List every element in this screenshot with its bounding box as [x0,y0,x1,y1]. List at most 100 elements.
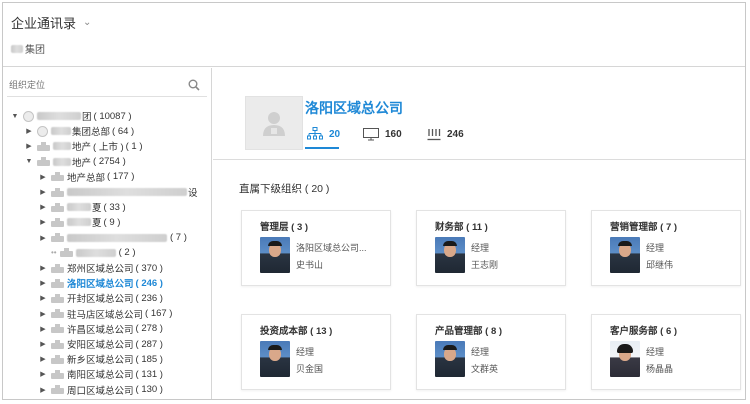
collapsed-arrow-icon[interactable]: ▶ [39,234,47,242]
globe-icon [37,125,48,137]
search-icon[interactable] [187,78,201,92]
card-person-name[interactable]: 贝金国 [296,362,323,375]
avatar[interactable] [610,341,640,377]
org-tree-sidebar: ▼团( 10087 )▶集团总部( 64 )▶地产( 上市 )( 1 )▼地产(… [3,68,212,399]
expanded-arrow-icon[interactable]: ▼ [11,113,19,120]
device-count-value: 160 [385,128,402,140]
tree-node-label: 地产总部 [67,172,106,184]
tree-node[interactable]: ▶ 集团总部( 64 ) [25,124,134,138]
app-title-label: 企业通讯录 [11,16,77,31]
tree-node[interactable]: ▶ 安阳区域总公司( 287 ) [39,337,163,352]
sub-org-card[interactable]: 营销管理部 ( 7 ) 经理 邱继伟 [591,210,741,286]
dots-icon: •• [51,248,57,258]
tree-node-label: 许昌区域总公司 [67,324,134,336]
redacted-text [53,142,71,151]
avatar[interactable] [435,237,465,273]
tree-node[interactable]: ▶ 驻马店区域总公司( 167 ) [39,307,172,321]
active-tab-indicator [305,147,339,149]
avatar[interactable] [610,237,640,273]
section-title: 直属下级组织 ( 20 ) [239,183,330,195]
collapsed-arrow-icon[interactable]: ▶ [39,386,47,394]
collapsed-arrow-icon[interactable]: ▶ [39,355,47,363]
collapsed-arrow-icon[interactable]: ▶ [39,340,47,348]
tree-node[interactable]: ▼ 团( 10087 ) [11,109,132,123]
tree-node[interactable]: ▶ 南阳区域总公司( 131 ) [39,367,163,382]
sub-org-card[interactable]: 产品管理部 ( 8 ) 经理 文群英 [416,314,566,390]
sub-org-card[interactable]: 管理层 ( 3 ) 洛阳区域总公司... 史书山 [241,210,391,286]
members-icon [427,128,441,140]
tree-node[interactable]: ▶ 周口区域总公司( 130 ) [39,383,163,397]
card-person-name[interactable]: 文群英 [471,362,498,375]
collapsed-arrow-icon[interactable]: ▶ [39,370,47,378]
tree-node[interactable]: ▶ 开封区域总公司( 236 ) [39,291,163,306]
card-role: 洛阳区域总公司... [296,243,367,253]
tree-node[interactable]: ▶ 地产( 上市 )( 1 ) [25,139,143,154]
redacted-text [67,188,187,196]
card-role: 经理 [646,347,665,357]
sub-org-card[interactable]: 投资成本部 ( 13 ) 经理 贝金国 [241,314,391,390]
tree-node-count: ( 33 ) [103,201,126,213]
tree-node-label: 设 [188,188,198,199]
collapsed-arrow-icon[interactable]: ▶ [39,203,47,211]
avatar[interactable] [260,341,290,377]
collapsed-arrow-icon[interactable]: ▶ [39,264,47,272]
tree-node-label: 南阳区域总公司 [67,370,134,382]
collapsed-arrow-icon[interactable]: ▶ [39,310,47,318]
tree-node[interactable]: ▶ 夏( 33 ) [39,200,126,215]
card-person-name[interactable]: 王志刚 [471,258,498,271]
tree-node[interactable]: ▶ 洛阳区域总公司( 246 ) [39,276,163,291]
tree-node-count: ( 177 ) [107,171,135,183]
sub-org-card[interactable]: 客户服务部 ( 6 ) 经理 杨晶晶 [591,314,741,390]
folder-icon [51,172,64,182]
collapsed-arrow-icon[interactable]: ▶ [39,173,47,181]
collapsed-arrow-icon[interactable]: ▶ [39,218,47,226]
tree-node-label: 洛阳区域总公司 [67,279,134,291]
collapsed-arrow-icon[interactable]: ▶ [25,142,33,150]
company-header: 洛阳区域总公司 20 160 246 [213,68,745,160]
card-person-name[interactable]: 杨晶晶 [646,362,673,375]
tree-node[interactable]: ▼ 地产( 2754 ) [25,155,126,169]
tree-node[interactable]: ▶ 郑州区域总公司( 370 ) [39,261,163,276]
expanded-arrow-icon[interactable]: ▼ [25,158,33,165]
folder-icon [51,339,64,349]
tree-node[interactable]: ▶ 设 [39,185,200,199]
chevron-down-icon: ⌄ [83,17,92,28]
collapsed-arrow-icon[interactable]: ▶ [39,279,47,287]
tree-node-count: ( 2 ) [118,247,136,259]
tree-node-label: 团 [82,112,92,123]
tree-node[interactable]: ▶ 新乡区域总公司( 185 ) [39,352,163,367]
tree-node[interactable]: •• ( 2 ) [39,246,136,260]
tree-node[interactable]: ▶ 夏( 9 ) [39,215,120,230]
sub-org-card[interactable]: 财务部 ( 11 ) 经理 王志刚 [416,210,566,286]
org-search [7,75,207,97]
avatar[interactable] [260,237,290,273]
folder-icon [51,263,64,273]
collapsed-arrow-icon[interactable]: ▶ [25,127,33,135]
card-person-name[interactable]: 邱继伟 [646,258,673,271]
card-role: 经理 [471,243,490,253]
building-icon [263,112,285,136]
avatar[interactable] [435,341,465,377]
tree-node-count: ( 287 ) [135,338,163,350]
collapsed-arrow-icon[interactable]: ▶ [39,294,47,302]
device-count-stat[interactable]: 160 [363,125,402,143]
tree-node[interactable]: ▶ 许昌区域总公司( 278 ) [39,322,163,336]
tree-node-label: 安阳区域总公司 [67,340,134,351]
card-person-name[interactable]: 史书山 [296,258,323,271]
redacted-text [51,127,71,136]
globe-icon [23,110,34,122]
folder-icon [51,309,64,319]
card-title: 管理层 ( 3 ) [260,222,309,233]
card-title: 产品管理部 ( 8 ) [435,326,503,337]
org-count-stat[interactable]: 20 [307,125,340,143]
org-search-input[interactable] [7,75,177,95]
tree-node-count: ( 64 ) [112,125,135,137]
tree-node-extra-count: ( 1 ) [125,140,143,152]
collapsed-arrow-icon[interactable]: ▶ [39,188,47,196]
folder-icon [37,141,50,151]
app-title-dropdown[interactable]: 企业通讯录 ⌄ [11,13,91,32]
tree-node[interactable]: ▶ ( 7 ) [39,231,187,245]
member-count-stat[interactable]: 246 [427,125,464,143]
tree-node[interactable]: ▶ 地产总部( 177 ) [39,170,134,184]
collapsed-arrow-icon[interactable]: ▶ [39,325,47,333]
